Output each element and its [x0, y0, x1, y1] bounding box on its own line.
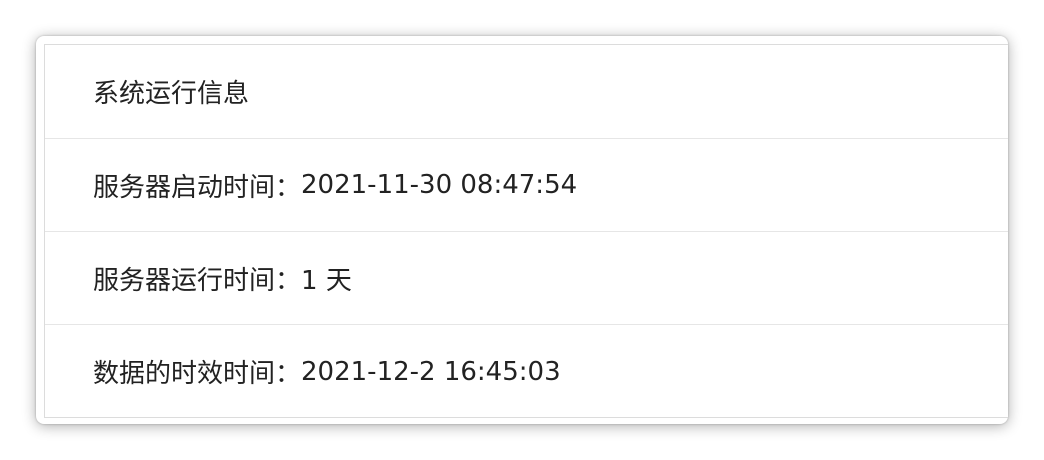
info-window: 系统运行信息 服务器启动时间： 2021-11-30 08:47:54 服务器运… — [36, 36, 1008, 424]
server-uptime-value: 1 天 — [301, 265, 352, 296]
data-expiry-time-value: 2021-12-2 16:45:03 — [301, 356, 561, 387]
server-start-time-label: 服务器启动时间： — [93, 172, 302, 203]
server-uptime-label: 服务器运行时间： — [93, 265, 302, 296]
server-start-time-value: 2021-11-30 08:47:54 — [301, 170, 578, 200]
card-header: 系统运行信息 — [45, 45, 1008, 139]
system-info-card: 系统运行信息 服务器启动时间： 2021-11-30 08:47:54 服务器运… — [44, 44, 1008, 418]
server-uptime-row: 服务器运行时间： 1 天 — [45, 232, 1008, 325]
card-title: 系统运行信息 — [93, 79, 250, 109]
data-expiry-time-label: 数据的时效时间： — [93, 359, 302, 389]
data-expiry-time-row: 数据的时效时间： 2021-12-2 16:45:03 — [45, 325, 1008, 418]
server-start-time-row: 服务器启动时间： 2021-11-30 08:47:54 — [45, 139, 1008, 232]
